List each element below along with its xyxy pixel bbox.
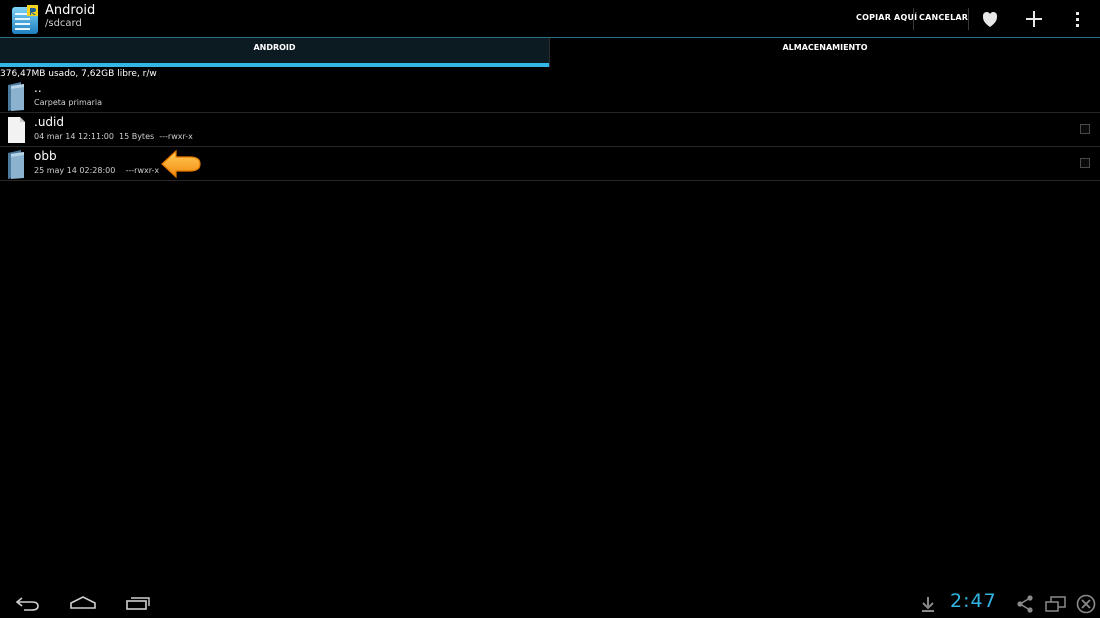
file-manager-app-icon[interactable] bbox=[11, 4, 39, 35]
action-divider bbox=[968, 8, 969, 30]
home-icon[interactable] bbox=[68, 595, 98, 611]
select-checkbox[interactable] bbox=[1080, 158, 1090, 168]
file-name: .udid bbox=[34, 115, 64, 129]
share-icon[interactable] bbox=[1015, 594, 1035, 614]
tab-label: ALMACENAMIENTO bbox=[782, 43, 868, 52]
cancel-button[interactable]: CANCELAR bbox=[919, 13, 968, 22]
file-name: obb bbox=[34, 149, 57, 163]
tab-label: ANDROID bbox=[253, 43, 296, 52]
clock-time: 2:47 bbox=[950, 590, 997, 612]
action-divider bbox=[913, 8, 914, 30]
screen-icon[interactable] bbox=[1044, 594, 1068, 614]
folder-icon bbox=[8, 150, 24, 179]
file-meta: 04 mar 14 12:11:00 15 Bytes ---rwxr-x bbox=[34, 132, 193, 141]
file-row-parent[interactable]: .. Carpeta primaria bbox=[0, 80, 1100, 113]
tab-almacenamiento[interactable]: ALMACENAMIENTO bbox=[550, 38, 1100, 67]
overflow-menu-icon[interactable] bbox=[1067, 9, 1089, 29]
tab-bar: ANDROID ALMACENAMIENTO bbox=[0, 37, 1100, 67]
file-meta: Carpeta primaria bbox=[34, 98, 103, 107]
current-path: /sdcard bbox=[45, 18, 82, 29]
app-title: Android bbox=[45, 3, 96, 18]
file-meta: 25 may 14 02:28:00 ---rwxr-x bbox=[34, 166, 160, 175]
plus-icon[interactable] bbox=[1023, 9, 1045, 29]
back-icon[interactable] bbox=[14, 595, 42, 613]
file-row-udid[interactable]: .udid 04 mar 14 12:11:00 15 Bytes ---rwx… bbox=[0, 114, 1100, 147]
tab-selected-indicator bbox=[0, 63, 549, 67]
select-checkbox[interactable] bbox=[1080, 124, 1090, 134]
close-circle-icon[interactable] bbox=[1075, 593, 1097, 615]
heart-icon[interactable] bbox=[979, 9, 1001, 29]
storage-info: 376,47MB usado, 7,62GB libre, r/w bbox=[0, 69, 157, 79]
folder-icon bbox=[8, 82, 24, 111]
pointer-arrow-icon bbox=[161, 149, 201, 179]
action-bar: Android /sdcard COPIAR AQUÍ CANCELAR bbox=[0, 0, 1100, 37]
copy-here-button[interactable]: COPIAR AQUÍ bbox=[856, 13, 917, 22]
download-icon bbox=[922, 597, 934, 612]
recents-icon[interactable] bbox=[124, 595, 152, 611]
file-icon bbox=[8, 117, 25, 143]
file-name: .. bbox=[34, 81, 42, 95]
android-screen: Android /sdcard COPIAR AQUÍ CANCELAR AND… bbox=[0, 0, 1100, 618]
system-nav-bar: 2:47 bbox=[0, 588, 1100, 618]
